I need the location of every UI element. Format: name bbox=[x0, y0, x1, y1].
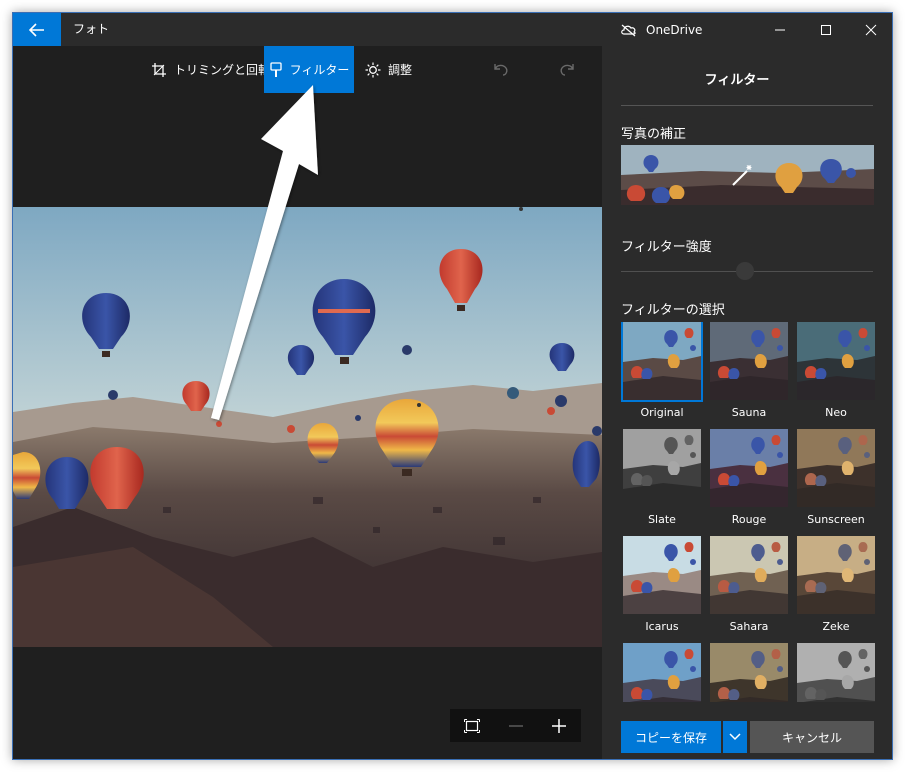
intensity-slider-thumb[interactable] bbox=[736, 262, 754, 280]
cloud-offline-icon bbox=[621, 24, 636, 36]
filter-sauna[interactable]: Sauna bbox=[710, 322, 788, 420]
filter-label: Original bbox=[640, 406, 684, 419]
zoom-controls bbox=[450, 709, 581, 742]
save-options-dropdown[interactable] bbox=[723, 721, 747, 753]
edit-toolbar: トリミングと回転 フィルター 調整 bbox=[13, 46, 602, 93]
filter-thumbnail bbox=[621, 322, 703, 402]
onedrive-label: OneDrive bbox=[646, 22, 703, 37]
filter-thumbnail bbox=[797, 536, 875, 614]
filter-original[interactable]: Original bbox=[621, 322, 703, 420]
crop-icon bbox=[152, 62, 166, 77]
panel-footer: コピーを保存 キャンセル bbox=[621, 721, 874, 753]
photos-app-window: フォト OneDrive トリミングと回転 フィルター 調整 フィルター 写真の… bbox=[12, 12, 893, 760]
filter-thumbnail bbox=[710, 429, 788, 507]
save-copy-button[interactable]: コピーを保存 bbox=[621, 721, 721, 753]
filter-panel: フィルター 写真の補正 フィルター強度 フィルターの選択 Original Sa… bbox=[602, 46, 892, 759]
minimize-icon bbox=[775, 29, 785, 30]
filter-thumbnail bbox=[623, 536, 701, 614]
filter-item[interactable] bbox=[797, 643, 875, 702]
adjust-label: 調整 bbox=[388, 63, 413, 77]
filter-label: Sunscreen bbox=[807, 513, 865, 526]
crop-rotate-tab[interactable]: トリミングと回転 bbox=[151, 46, 270, 93]
zoom-out-button[interactable] bbox=[494, 709, 538, 742]
editor-area: トリミングと回転 フィルター 調整 bbox=[13, 46, 602, 759]
adjust-tab[interactable]: 調整 bbox=[365, 46, 412, 93]
chevron-down-icon bbox=[729, 733, 741, 741]
filter-label: Neo bbox=[825, 406, 847, 419]
filter-label: Rouge bbox=[731, 513, 767, 526]
filter-zeke[interactable]: Zeke bbox=[797, 536, 875, 634]
filter-label: Sahara bbox=[729, 620, 769, 633]
filter-thumbnail bbox=[623, 429, 701, 507]
back-arrow-icon bbox=[29, 22, 44, 37]
filter-tab-label: フィルター bbox=[289, 63, 350, 77]
zoom-in-button[interactable] bbox=[537, 709, 581, 742]
maximize-icon bbox=[821, 24, 831, 35]
filter-label: Slate bbox=[648, 513, 676, 526]
filter-sahara[interactable]: Sahara bbox=[710, 536, 788, 634]
filter-slate[interactable]: Slate bbox=[623, 429, 701, 527]
filter-thumbnail bbox=[623, 643, 701, 702]
undo-button[interactable] bbox=[488, 56, 514, 82]
title-bar: フォト OneDrive bbox=[13, 13, 892, 46]
back-button[interactable] bbox=[13, 13, 61, 46]
paint-brush-icon bbox=[269, 61, 282, 77]
cancel-button[interactable]: キャンセル bbox=[750, 721, 874, 753]
filter-thumbnail bbox=[797, 643, 875, 702]
photo-canvas[interactable] bbox=[13, 207, 602, 647]
filter-item[interactable] bbox=[623, 643, 701, 702]
fit-to-window-button[interactable] bbox=[450, 709, 494, 742]
intensity-label: フィルター強度 bbox=[621, 240, 712, 255]
filter-select-label: フィルターの選択 bbox=[621, 303, 725, 318]
crop-rotate-label: トリミングと回転 bbox=[174, 63, 271, 77]
brightness-icon bbox=[365, 62, 381, 77]
filter-grid: Original Sauna Neo Slate Rouge Sunscreen bbox=[621, 322, 875, 702]
filter-label: Zeke bbox=[822, 620, 850, 633]
filter-tab[interactable]: フィルター bbox=[264, 46, 354, 93]
filter-sunscreen[interactable]: Sunscreen bbox=[797, 429, 875, 527]
redo-button[interactable] bbox=[554, 56, 580, 82]
panel-divider bbox=[621, 105, 873, 106]
panel-title: フィルター bbox=[704, 73, 770, 88]
plus-icon bbox=[552, 718, 567, 733]
close-icon bbox=[865, 24, 877, 35]
enhance-label: 写真の補正 bbox=[621, 127, 687, 142]
filter-item[interactable] bbox=[710, 643, 788, 702]
close-button[interactable] bbox=[848, 13, 892, 46]
filter-thumbnail bbox=[710, 322, 788, 400]
filter-thumbnail bbox=[710, 643, 788, 702]
filter-icarus[interactable]: Icarus bbox=[623, 536, 701, 634]
filter-thumbnail bbox=[710, 536, 788, 614]
filter-label: Icarus bbox=[645, 620, 679, 633]
app-title: フォト bbox=[73, 22, 110, 36]
redo-icon bbox=[560, 64, 574, 76]
filter-thumbnail bbox=[797, 429, 875, 507]
filter-neo[interactable]: Neo bbox=[797, 322, 875, 420]
filter-label: Sauna bbox=[731, 406, 767, 419]
onedrive-status[interactable]: OneDrive bbox=[620, 13, 702, 46]
minimize-button[interactable] bbox=[757, 13, 803, 46]
minus-icon bbox=[508, 724, 523, 727]
maximize-button[interactable] bbox=[803, 13, 849, 46]
filter-rouge[interactable]: Rouge bbox=[710, 429, 788, 527]
filter-thumbnail bbox=[797, 322, 875, 400]
undo-icon bbox=[494, 64, 508, 76]
enhance-photo-button[interactable] bbox=[621, 145, 874, 205]
fit-screen-icon bbox=[463, 718, 480, 733]
